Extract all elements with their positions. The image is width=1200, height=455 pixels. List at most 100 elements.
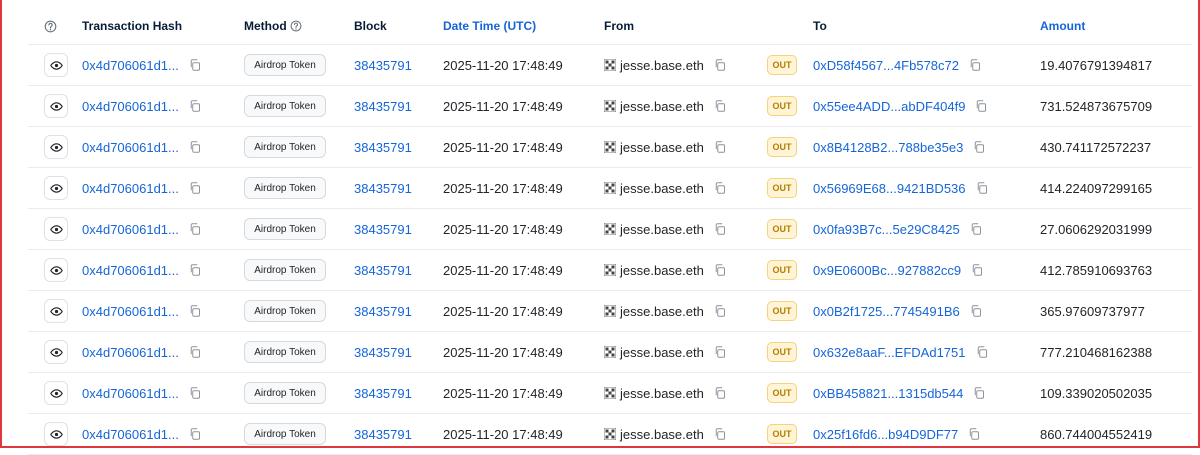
copy-icon[interactable] [969,59,981,71]
to-address-link[interactable]: 0xD58f4567...4Fb578c72 [813,58,959,73]
view-details-button[interactable] [44,135,68,159]
view-details-button[interactable] [44,381,68,405]
copy-icon[interactable] [714,346,726,358]
block-link[interactable]: 38435791 [354,427,412,442]
view-details-button[interactable] [44,422,68,446]
block-link[interactable]: 38435791 [354,222,412,237]
block-cell: 38435791 [354,332,412,372]
copy-icon[interactable] [189,346,201,358]
copy-icon[interactable] [189,264,201,276]
view-details-button[interactable] [44,299,68,323]
copy-icon[interactable] [973,387,985,399]
view-details-button[interactable] [44,217,68,241]
from-address-label[interactable]: jesse.base.eth [620,99,704,114]
copy-icon[interactable] [970,223,982,235]
copy-icon[interactable] [714,100,726,112]
copy-icon[interactable] [968,428,980,440]
question-circle-icon[interactable] [290,20,302,32]
copy-icon[interactable] [714,182,726,194]
copy-icon[interactable] [976,182,988,194]
to-cell: 0x55ee4ADD...abDF404f9 [813,86,987,126]
copy-icon[interactable] [714,305,726,317]
date-time-value: 2025-11-20 17:48:49 [443,139,563,155]
block-link[interactable]: 38435791 [354,58,412,73]
from-address-label[interactable]: jesse.base.eth [620,304,704,319]
blockie-avatar-icon [604,141,616,153]
from-address-label[interactable]: jesse.base.eth [620,58,704,73]
to-address-link[interactable]: 0x55ee4ADD...abDF404f9 [813,99,965,114]
to-address-link[interactable]: 0x632e8aaF...EFDAd1751 [813,345,966,360]
from-address-label[interactable]: jesse.base.eth [620,181,704,196]
to-address-link[interactable]: 0x25f16fd6...b94D9DF77 [813,427,958,442]
view-details-button[interactable] [44,94,68,118]
transaction-hash-link[interactable]: 0x4d706061d1... [82,99,179,114]
from-address-label[interactable]: jesse.base.eth [620,263,704,278]
transaction-hash-link[interactable]: 0x4d706061d1... [82,386,179,401]
transaction-hash-link[interactable]: 0x4d706061d1... [82,181,179,196]
transaction-hash-link[interactable]: 0x4d706061d1... [82,304,179,319]
copy-icon[interactable] [189,59,201,71]
to-cell: 0x8B4128B2...788be35e3 [813,127,985,167]
to-address-link[interactable]: 0xBB458821...1315db544 [813,386,963,401]
copy-icon[interactable] [189,387,201,399]
direction-cell: OUT [767,250,797,290]
view-details-button[interactable] [44,340,68,364]
from-address-label[interactable]: jesse.base.eth [620,140,704,155]
question-circle-icon[interactable] [44,20,57,33]
transaction-hash-link[interactable]: 0x4d706061d1... [82,345,179,360]
transaction-hash-link[interactable]: 0x4d706061d1... [82,58,179,73]
view-details-button[interactable] [44,258,68,282]
from-address-label[interactable]: jesse.base.eth [620,345,704,360]
block-link[interactable]: 38435791 [354,140,412,155]
table-row: 0x4d706061d1... Airdrop Token 38435791 2… [28,414,1192,455]
header-date-time-toggle[interactable]: Date Time (UTC) [443,8,536,44]
copy-icon[interactable] [189,182,201,194]
table-row: 0x4d706061d1... Airdrop Token 38435791 2… [28,373,1192,414]
copy-icon[interactable] [973,141,985,153]
transaction-hash-link[interactable]: 0x4d706061d1... [82,427,179,442]
block-link[interactable]: 38435791 [354,304,412,319]
to-address-link[interactable]: 0x9E0600Bc...927882cc9 [813,263,961,278]
direction-cell: OUT [767,209,797,249]
block-link[interactable]: 38435791 [354,345,412,360]
block-link[interactable]: 38435791 [354,263,412,278]
to-address-link[interactable]: 0x0fa93B7c...5e29C8425 [813,222,960,237]
to-address-link[interactable]: 0x56969E68...9421BD536 [813,181,966,196]
block-link[interactable]: 38435791 [354,99,412,114]
to-cell: 0x56969E68...9421BD536 [813,168,988,208]
from-address-label[interactable]: jesse.base.eth [620,386,704,401]
block-link[interactable]: 38435791 [354,181,412,196]
copy-icon[interactable] [189,428,201,440]
copy-icon[interactable] [970,305,982,317]
method-badge: Airdrop Token [244,382,326,404]
copy-icon[interactable] [189,223,201,235]
hash-cell: 0x4d706061d1... [82,45,201,85]
copy-icon[interactable] [971,264,983,276]
copy-icon[interactable] [714,264,726,276]
block-link[interactable]: 38435791 [354,386,412,401]
copy-icon[interactable] [189,305,201,317]
from-address-label[interactable]: jesse.base.eth [620,427,704,442]
transaction-hash-link[interactable]: 0x4d706061d1... [82,140,179,155]
to-address-link[interactable]: 0x0B2f1725...7745491B6 [813,304,960,319]
copy-icon[interactable] [714,428,726,440]
copy-icon[interactable] [976,346,988,358]
header-amount-toggle[interactable]: Amount [1040,8,1085,44]
copy-icon[interactable] [189,100,201,112]
date-time-value: 2025-11-20 17:48:49 [443,426,563,442]
copy-icon[interactable] [714,59,726,71]
copy-icon[interactable] [714,387,726,399]
transaction-hash-link[interactable]: 0x4d706061d1... [82,263,179,278]
copy-icon[interactable] [189,141,201,153]
from-cell: jesse.base.eth [604,209,726,249]
copy-icon[interactable] [714,141,726,153]
transaction-hash-link[interactable]: 0x4d706061d1... [82,222,179,237]
from-address-label[interactable]: jesse.base.eth [620,222,704,237]
view-details-button[interactable] [44,53,68,77]
table-row: 0x4d706061d1... Airdrop Token 38435791 2… [28,45,1192,86]
to-address-link[interactable]: 0x8B4128B2...788be35e3 [813,140,963,155]
copy-icon[interactable] [975,100,987,112]
date-time-value: 2025-11-20 17:48:49 [443,57,563,73]
view-details-button[interactable] [44,176,68,200]
copy-icon[interactable] [714,223,726,235]
